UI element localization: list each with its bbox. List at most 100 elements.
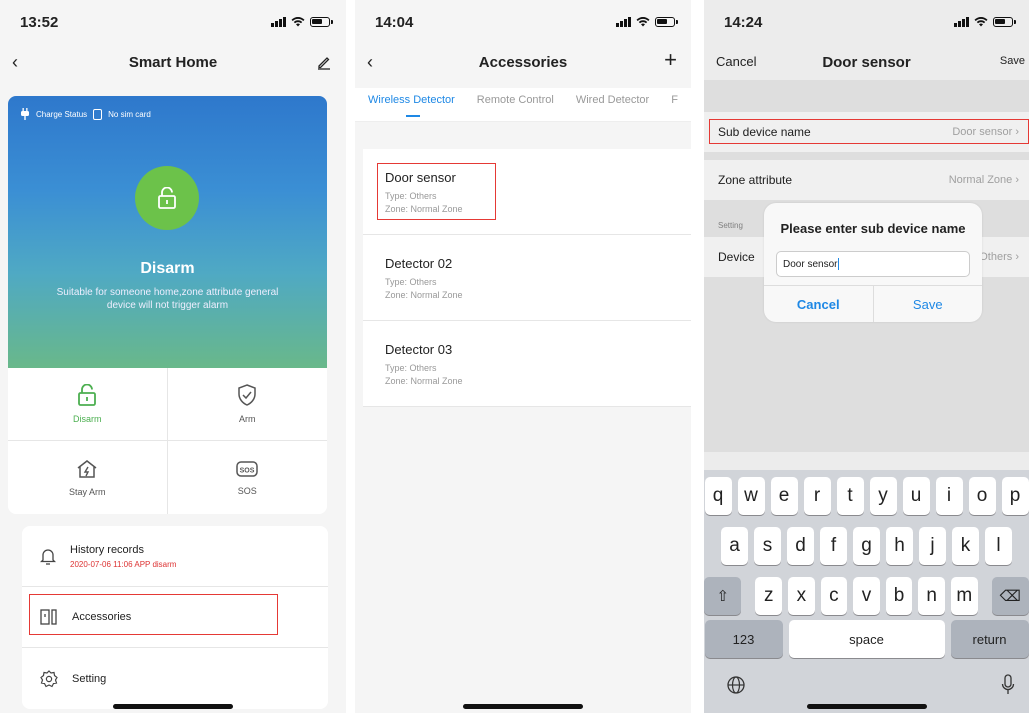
dialog-save-button[interactable]: Save [874,286,983,322]
key[interactable]: d [787,527,814,565]
alarm-status-panel: Charge Status No sim card Disarm Suitabl… [8,96,327,368]
back-icon[interactable]: ‹ [12,52,18,73]
history-records-item[interactable]: History records 2020-07-06 11:06 APP disa… [22,526,328,587]
key[interactable]: q [704,477,732,515]
key[interactable]: y [869,477,897,515]
key[interactable]: t [836,477,864,515]
key[interactable]: c [820,577,848,615]
home-indicator [113,704,233,709]
accessories-item[interactable]: Accessories [22,587,328,648]
phone-accessories: 14:04 ‹ Accessories + Wireless Detector … [355,0,691,713]
mode-disarm[interactable]: Disarm [8,368,168,441]
status-bar: 13:52 [0,0,346,44]
key[interactable]: a [721,527,748,565]
key[interactable]: b [885,577,913,615]
key[interactable]: k [952,527,979,565]
mode-description: Suitable for someone home,zone attribute… [56,287,279,311]
edit-icon[interactable] [316,54,332,70]
key[interactable]: f [820,527,847,565]
shield-check-icon [238,384,256,406]
space-key[interactable]: space [788,620,945,658]
sim-icon [93,108,103,120]
sos-icon: SOS [236,460,258,477]
nav-bar: Cancel Door sensor Save [704,44,1029,80]
key[interactable]: r [803,477,831,515]
tab-bar: Wireless Detector Remote Control Wired D… [355,88,691,122]
return-key[interactable]: return [950,620,1029,658]
phone-smart-home: 13:52 ‹ Smart Home Charge Status No sim … [0,0,346,713]
status-time: 14:04 [375,13,414,31]
disarm-status-button[interactable] [135,166,199,230]
door-sensor-icon [40,609,57,625]
page-title: Accessories [478,53,568,71]
tab-wired-detector[interactable]: Wired Detector [576,88,649,121]
key[interactable]: i [935,477,963,515]
key[interactable]: p [1001,477,1029,515]
key[interactable]: s [754,527,781,565]
add-icon[interactable]: + [664,47,677,73]
backspace-key-icon[interactable]: ⌫ [991,577,1029,615]
key[interactable]: v [853,577,880,615]
globe-icon[interactable] [726,675,746,695]
nav-bar: ‹ Smart Home [0,44,346,80]
mode-sos[interactable]: SOS SOS [168,441,328,514]
dialog-cancel-button[interactable]: Cancel [764,286,874,322]
plug-icon [21,108,29,120]
key[interactable]: l [985,527,1012,565]
tab-more[interactable]: F [671,88,678,121]
key[interactable]: u [902,477,930,515]
home-bolt-icon [77,459,97,478]
page-title: Door sensor [822,53,911,71]
status-time: 13:52 [20,13,59,31]
numbers-key[interactable]: 123 [704,620,783,658]
key[interactable]: j [919,527,946,565]
key[interactable]: g [853,527,880,565]
device-list: Door sensor Type: Others Zone: Normal Zo… [363,149,691,407]
dialog-title: Please enter sub device name [780,221,966,236]
menu-list: History records 2020-07-06 11:06 APP disa… [22,526,328,709]
wifi-icon [636,17,650,27]
battery-icon [310,17,333,27]
keyboard: q w e r t y u i o p a s d f g h j k l ⇧ … [704,470,1029,713]
list-item[interactable]: Door sensor Type: Others Zone: Normal Zo… [363,149,691,235]
list-item[interactable]: Detector 03 Type: Others Zone: Normal Zo… [363,321,691,407]
key[interactable]: o [968,477,996,515]
signal-icon [271,17,286,27]
key[interactable]: z [755,577,783,615]
mode-stay-arm[interactable]: Stay Arm [8,441,168,514]
status-time: 14:24 [724,13,763,31]
gear-icon [40,669,58,687]
microphone-icon[interactable] [1001,674,1015,696]
key[interactable]: h [886,527,913,565]
bell-icon [40,549,56,565]
key[interactable]: x [788,577,815,615]
battery-icon [655,17,678,27]
device-name-input[interactable]: Door sensor [776,251,970,277]
rename-dialog: Please enter sub device name Door sensor… [764,203,982,322]
wifi-icon [974,17,988,27]
key[interactable]: e [770,477,798,515]
nav-bar: ‹ Accessories + [355,44,691,80]
tab-remote-control[interactable]: Remote Control [477,88,554,121]
tab-wireless-detector[interactable]: Wireless Detector [368,88,455,121]
sim-status-label: No sim card [108,109,151,119]
back-icon[interactable]: ‹ [367,52,373,73]
unlock-icon [158,187,176,209]
home-indicator [463,704,583,709]
svg-text:SOS: SOS [240,467,255,474]
signal-icon [616,17,631,27]
cancel-button[interactable]: Cancel [716,54,756,69]
mode-title: Disarm [140,260,195,277]
shift-key-icon[interactable]: ⇧ [704,577,742,615]
unlock-icon [78,384,97,406]
home-indicator [806,704,927,709]
text-caret [838,258,840,270]
wifi-icon [291,17,305,27]
key[interactable]: m [950,577,978,615]
key[interactable]: w [737,477,765,515]
setting-item[interactable]: Setting [22,648,328,709]
mode-arm[interactable]: Arm [167,368,327,441]
list-item[interactable]: Detector 02 Type: Others Zone: Normal Zo… [363,235,691,321]
save-button[interactable]: Save [1000,55,1025,67]
key[interactable]: n [918,577,945,615]
